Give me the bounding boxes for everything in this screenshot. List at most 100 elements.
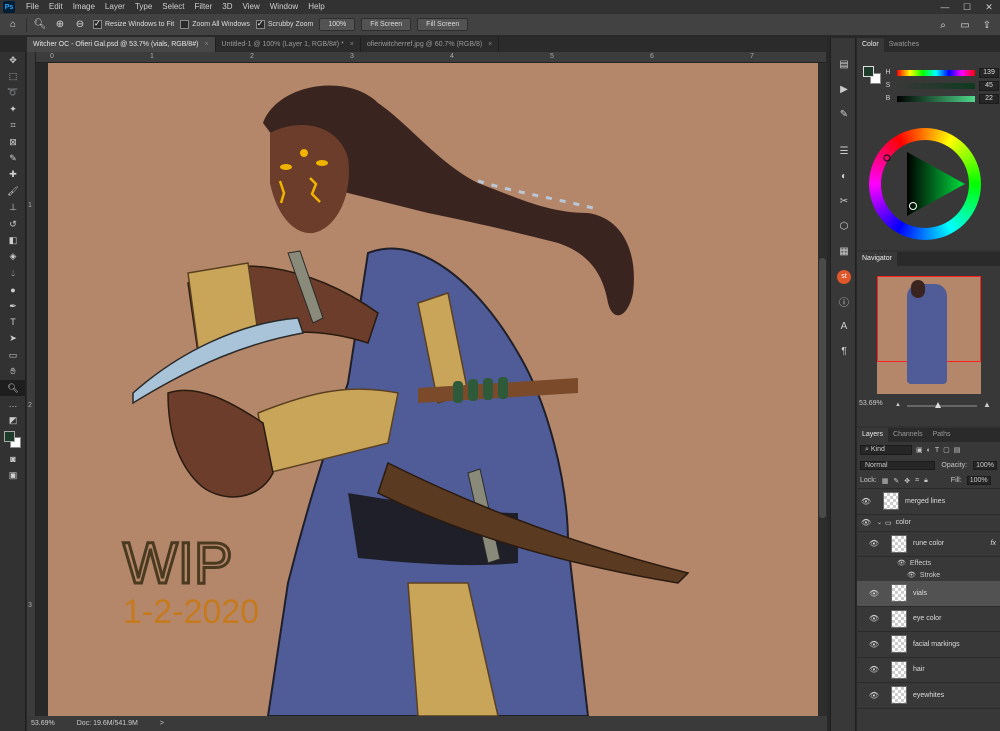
- filter-type-icon[interactable]: T: [935, 447, 939, 454]
- brush-tool-icon[interactable]: 🖌︎: [0, 183, 26, 199]
- zoom-level[interactable]: 53.69%: [31, 720, 55, 727]
- tab-witcher-oc[interactable]: Witcher OC - Ofieri Gal.psd @ 53.7% (via…: [27, 37, 216, 52]
- path-selection-tool-icon[interactable]: ➤: [0, 331, 26, 347]
- magic-wand-tool-icon[interactable]: ✦: [0, 101, 26, 117]
- scrubby-zoom-checkbox[interactable]: Scrubby Zoom: [255, 19, 313, 29]
- hand-tool-icon[interactable]: ✋︎: [0, 363, 26, 379]
- 3d-icon[interactable]: ⬡: [831, 214, 857, 239]
- checkbox-checked[interactable]: [93, 19, 102, 29]
- actions-play-icon[interactable]: ▶: [831, 77, 857, 102]
- history-brush-tool-icon[interactable]: ↺: [0, 216, 26, 232]
- zoom-tool-icon[interactable]: 🔍︎: [0, 379, 26, 397]
- menu-3d[interactable]: 3D: [217, 0, 237, 14]
- history-icon[interactable]: ▤: [831, 52, 857, 77]
- quick-mask-icon[interactable]: ◙: [0, 451, 26, 467]
- zoom-100-button[interactable]: 100%: [319, 18, 356, 31]
- adjustments-icon[interactable]: ◐: [831, 164, 857, 189]
- zoom-tool-preset-icon[interactable]: 🔍︎: [33, 18, 47, 32]
- menu-help[interactable]: Help: [303, 0, 329, 14]
- zoom-in-icon[interactable]: ⊕: [53, 18, 67, 32]
- visibility-eye-icon[interactable]: 👁︎: [865, 614, 883, 623]
- color-swatch-pair[interactable]: [863, 66, 881, 84]
- eraser-tool-icon[interactable]: ◧: [0, 232, 26, 248]
- move-tool-icon[interactable]: ✥: [0, 52, 26, 68]
- blur-tool-icon[interactable]: 💧︎: [0, 265, 26, 281]
- tab-layers[interactable]: Layers: [857, 428, 889, 442]
- brush-settings-icon[interactable]: ✎: [831, 102, 857, 127]
- saturation-slider[interactable]: [897, 82, 975, 89]
- fill-screen-button[interactable]: Fill Screen: [417, 18, 469, 31]
- chevron-down-icon[interactable]: ⌄: [877, 519, 882, 526]
- workspace-icon[interactable]: ▭: [958, 18, 972, 32]
- more-tools-icon[interactable]: …: [0, 396, 26, 412]
- paint-bucket-tool-icon[interactable]: ◈: [0, 249, 26, 265]
- navigator-zoom[interactable]: 53.69%: [859, 400, 883, 407]
- canvas-area[interactable]: WIP 1-2-2020: [36, 63, 818, 716]
- maximize-button[interactable]: ☐: [956, 0, 978, 14]
- screen-mode-icon[interactable]: ▣: [0, 467, 26, 483]
- checkbox-checked[interactable]: [255, 19, 265, 29]
- opacity-input[interactable]: 100%: [973, 461, 997, 470]
- menu-filter[interactable]: Filter: [190, 0, 218, 14]
- lock-all-icon[interactable]: 🔒︎: [924, 477, 928, 485]
- frame-tool-icon[interactable]: ⊠: [0, 134, 26, 150]
- clone-stamp-tool-icon[interactable]: ⊥: [0, 200, 26, 216]
- status-expand-arrow[interactable]: >: [160, 720, 164, 727]
- visibility-eye-icon[interactable]: 👁︎: [897, 559, 906, 567]
- artwork-canvas[interactable]: WIP 1-2-2020: [48, 63, 818, 716]
- filter-shape-icon[interactable]: ▢: [943, 446, 950, 454]
- tab-color[interactable]: Color: [857, 38, 884, 52]
- crop-tool-icon[interactable]: ⌗: [0, 118, 26, 134]
- character-icon[interactable]: A: [831, 314, 857, 339]
- layer-item[interactable]: 👁︎ hair: [857, 658, 1000, 683]
- shape-tool-icon[interactable]: ▭: [0, 347, 26, 363]
- layer-item[interactable]: 👁︎ rune color fx: [857, 532, 1000, 557]
- menu-view[interactable]: View: [238, 0, 265, 14]
- layer-item-selected[interactable]: 👁︎ vials: [857, 581, 1000, 607]
- vertical-scrollbar[interactable]: [818, 63, 827, 716]
- plugin-badge[interactable]: st: [837, 269, 851, 284]
- navigator-thumbnail[interactable]: [877, 276, 981, 394]
- visibility-eye-icon[interactable]: 👁︎: [857, 497, 875, 506]
- type-tool-icon[interactable]: T: [0, 314, 26, 330]
- info-icon[interactable]: ⓘ: [831, 289, 857, 314]
- close-window-button[interactable]: ✕: [978, 0, 1000, 14]
- hue-value[interactable]: 139: [979, 67, 999, 78]
- tab-channels[interactable]: Channels: [888, 428, 928, 442]
- properties-icon[interactable]: ☰: [831, 139, 857, 164]
- layer-effects-row[interactable]: 👁︎ Effects: [857, 557, 1000, 569]
- default-colors-icon[interactable]: ◩: [0, 413, 26, 429]
- lock-position-icon[interactable]: ✥: [904, 477, 910, 485]
- paragraph-icon[interactable]: ¶: [831, 339, 857, 364]
- minimize-button[interactable]: —: [934, 0, 956, 14]
- search-icon[interactable]: ⌕: [936, 18, 950, 32]
- slider-thumb[interactable]: [935, 402, 941, 408]
- layer-item[interactable]: 👁︎ facial markings: [857, 632, 1000, 658]
- zoom-out-mountain-icon[interactable]: ▲: [895, 402, 901, 408]
- saturation-value[interactable]: 45: [979, 80, 999, 91]
- menu-image[interactable]: Image: [68, 0, 100, 14]
- tool-presets-icon[interactable]: ✂: [831, 189, 857, 214]
- close-tab-icon[interactable]: ×: [204, 41, 208, 48]
- visibility-eye-icon[interactable]: 👁︎: [865, 665, 883, 674]
- photoshop-logo[interactable]: Ps: [3, 1, 15, 13]
- filter-adjustment-icon[interactable]: ◐: [927, 447, 931, 454]
- visibility-eye-icon[interactable]: 👁︎: [865, 539, 883, 548]
- tab-untitled-1[interactable]: Untitled-1 @ 100% (Layer 1, RGB/8#) * ×: [216, 37, 361, 52]
- layer-item[interactable]: 👁︎ eye color: [857, 607, 1000, 632]
- libraries-icon[interactable]: ▦: [831, 239, 857, 264]
- fg-bg-color-icon[interactable]: [4, 430, 22, 449]
- menu-select[interactable]: Select: [157, 0, 189, 14]
- foreground-color-swatch[interactable]: [4, 430, 15, 442]
- visibility-eye-icon[interactable]: 👁︎: [857, 518, 875, 527]
- fill-input[interactable]: 100%: [966, 476, 991, 485]
- share-icon[interactable]: ⇪: [980, 18, 994, 32]
- scroll-thumb[interactable]: [819, 258, 826, 518]
- tab-paths[interactable]: Paths: [928, 428, 956, 442]
- filter-pixel-icon[interactable]: ▣: [916, 446, 923, 454]
- zoom-out-icon[interactable]: ⊖: [73, 18, 87, 32]
- blend-mode-select[interactable]: Normal: [860, 461, 936, 470]
- filter-kind-select[interactable]: ⌕ Kind: [860, 445, 912, 455]
- marquee-tool-icon[interactable]: ⬚: [0, 68, 26, 84]
- visibility-eye-icon[interactable]: 👁︎: [865, 589, 883, 598]
